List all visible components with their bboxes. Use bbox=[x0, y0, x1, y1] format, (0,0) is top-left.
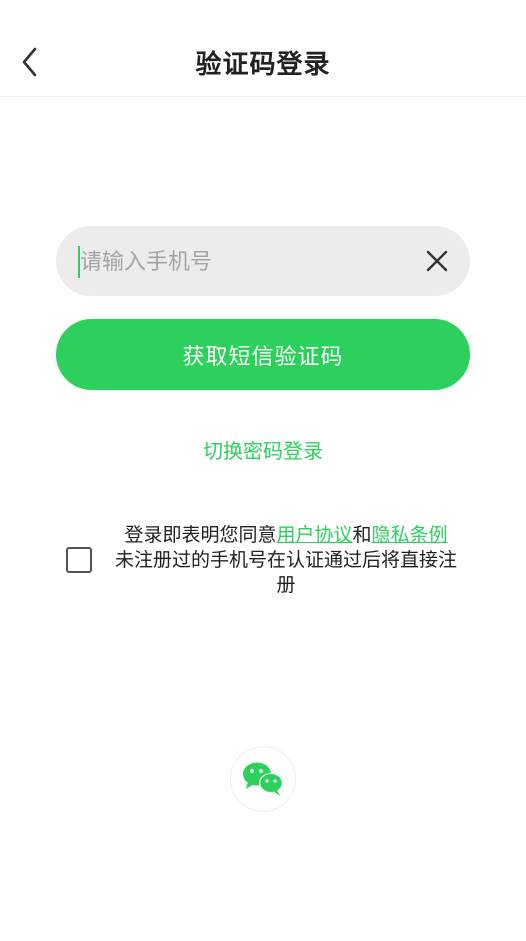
agreement-section: 登录即表明您同意用户协议和隐私条例 未注册过的手机号在认证通过后将直接注册 bbox=[66, 523, 476, 603]
page-title: 验证码登录 bbox=[195, 50, 331, 80]
wechat-icon bbox=[243, 762, 283, 796]
close-icon bbox=[426, 250, 448, 272]
get-sms-code-button[interactable]: 获取短信验证码 bbox=[56, 319, 470, 390]
agreement-checkbox[interactable] bbox=[66, 547, 92, 573]
top-bar: 验证码登录 bbox=[0, 0, 526, 97]
phone-input[interactable] bbox=[78, 226, 402, 298]
agreement-note: 未注册过的手机号在认证通过后将直接注册 bbox=[114, 549, 457, 596]
phone-input-container bbox=[56, 226, 470, 298]
switch-password-login-link[interactable]: 切换密码登录 bbox=[0, 435, 526, 464]
user-agreement-link[interactable]: 用户协议 bbox=[276, 524, 352, 546]
privacy-policy-link[interactable]: 隐私条例 bbox=[372, 524, 448, 546]
agreement-text: 登录即表明您同意用户协议和隐私条例 未注册过的手机号在认证通过后将直接注册 bbox=[106, 523, 466, 598]
text-cursor bbox=[78, 246, 80, 278]
clear-input-button[interactable] bbox=[422, 246, 452, 276]
agreement-and: 和 bbox=[352, 524, 372, 546]
agreement-prefix: 登录即表明您同意 bbox=[124, 524, 277, 546]
wechat-login-button[interactable] bbox=[230, 746, 296, 812]
